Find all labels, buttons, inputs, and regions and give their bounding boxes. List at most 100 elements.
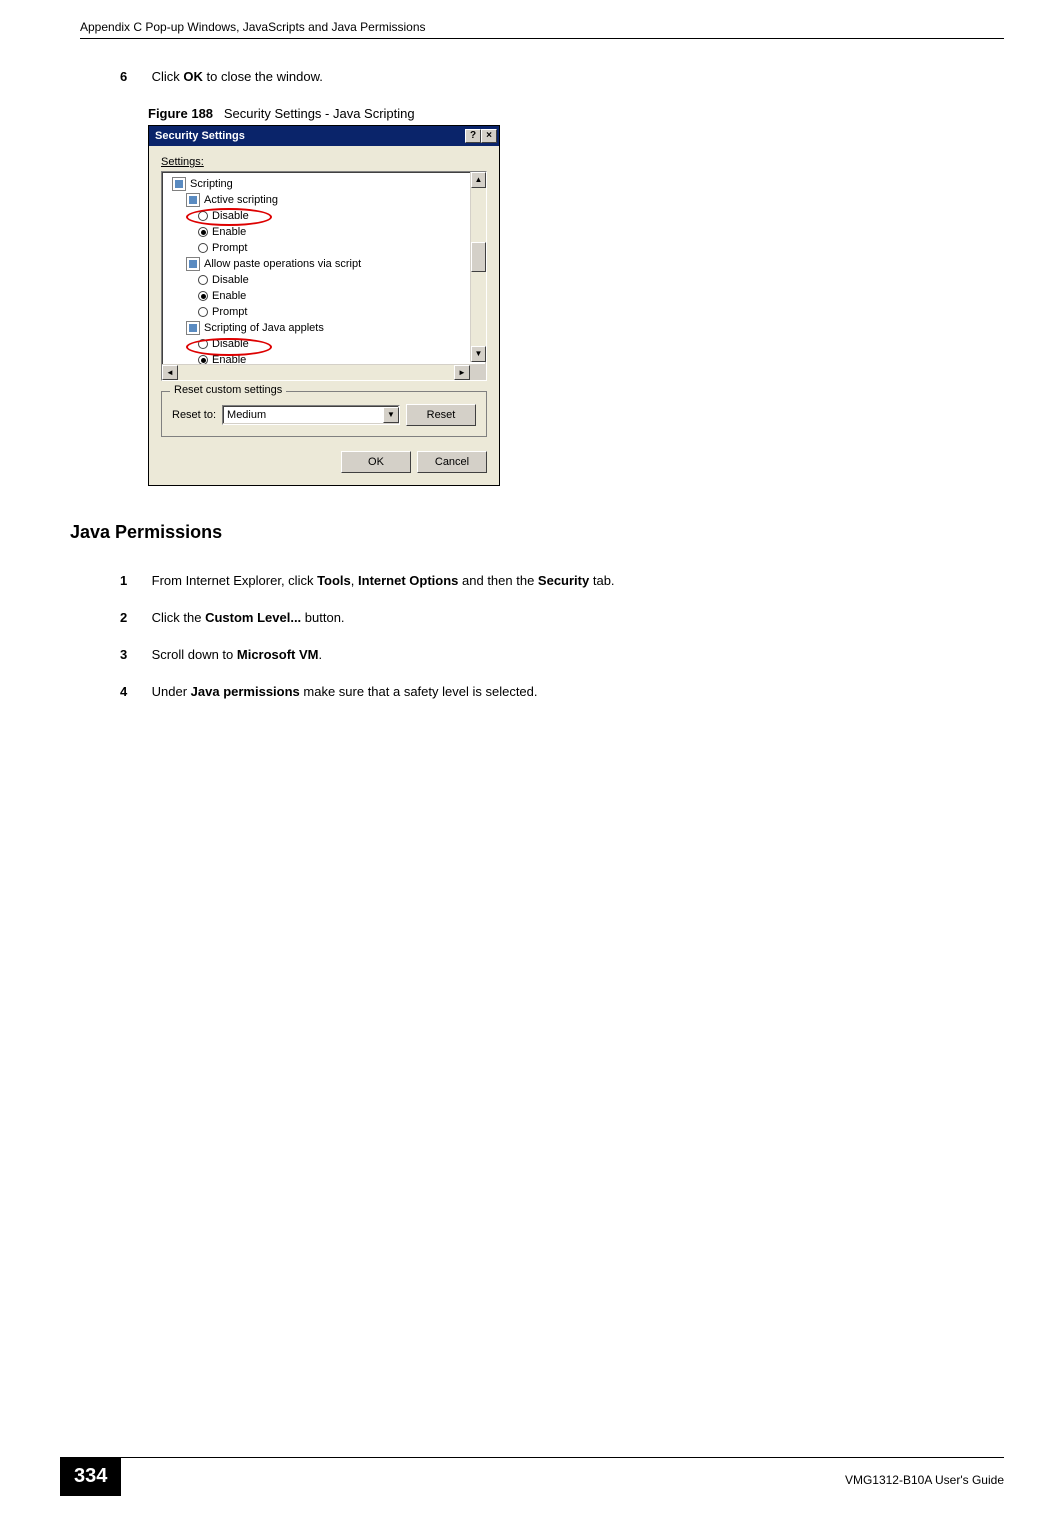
scroll-left-icon[interactable]: ◄	[162, 365, 178, 380]
cancel-button[interactable]: Cancel	[417, 451, 487, 473]
radio-label: Enable	[212, 290, 246, 302]
radio-icon	[198, 275, 208, 285]
step-number: 2	[120, 610, 148, 625]
figure-image: Security Settings ? × Settings: Scriptin…	[148, 125, 1004, 486]
tree-label: Scripting	[190, 178, 233, 190]
fieldset-legend: Reset custom settings	[170, 384, 286, 396]
step-6: 6 Click OK to close the window.	[120, 69, 1004, 84]
figure-caption-text: Security Settings - Java Scripting	[224, 106, 415, 121]
step-text-part: Click	[152, 69, 184, 84]
tree-node-active-scripting: Active scripting	[172, 192, 486, 208]
dialog-footer: OK Cancel	[161, 451, 487, 473]
reset-level-dropdown[interactable]: Medium ▼	[222, 405, 400, 425]
chevron-down-icon[interactable]: ▼	[383, 407, 399, 423]
settings-label: Settings:	[161, 156, 487, 168]
step-1: 1 From Internet Explorer, click Tools, I…	[120, 573, 1004, 588]
step-number: 1	[120, 573, 148, 588]
page-footer: 334 VMG1312-B10A User's Guide	[60, 1457, 1004, 1496]
tree-node-scripting-java: Scripting of Java applets	[172, 320, 486, 336]
dialog-title: Security Settings	[155, 130, 245, 142]
running-header: Appendix C Pop-up Windows, JavaScripts a…	[80, 20, 1004, 39]
radio-label: Enable	[212, 226, 246, 238]
step-number: 6	[120, 69, 148, 84]
document-icon	[186, 193, 200, 207]
document-icon	[172, 177, 186, 191]
step-text-bold: OK	[183, 69, 203, 84]
tree-node-scripting: Scripting	[172, 176, 486, 192]
radio-disable[interactable]: Disable	[172, 272, 486, 288]
radio-icon	[198, 339, 208, 349]
radio-label: Prompt	[212, 306, 247, 318]
step-text-part: Click the	[152, 610, 205, 625]
radio-icon	[198, 227, 208, 237]
step-text-part: .	[319, 647, 323, 662]
step-text-bold: Security	[538, 573, 589, 588]
radio-label: Prompt	[212, 242, 247, 254]
scroll-thumb[interactable]	[471, 242, 486, 272]
radio-enable[interactable]: Enable	[172, 224, 486, 240]
step-text-bold: Tools	[317, 573, 351, 588]
scroll-right-icon[interactable]: ►	[454, 365, 470, 380]
step-text-part: make sure that a safety level is selecte…	[300, 684, 538, 699]
page-number: 334	[60, 1457, 121, 1496]
step-text-part: Under	[152, 684, 191, 699]
step-number: 3	[120, 647, 148, 662]
step-2: 2 Click the Custom Level... button.	[120, 610, 1004, 625]
step-text-part: tab.	[589, 573, 614, 588]
document-icon	[186, 257, 200, 271]
footer-guide-name: VMG1312-B10A User's Guide	[121, 1467, 1004, 1487]
tree-label: Allow paste operations via script	[204, 258, 361, 270]
reset-fieldset: Reset custom settings Reset to: Medium ▼…	[161, 391, 487, 437]
radio-prompt[interactable]: Prompt	[172, 240, 486, 256]
radio-prompt[interactable]: Prompt	[172, 304, 486, 320]
tree-content: Scripting Active scripting Disable Enabl…	[162, 176, 486, 381]
horizontal-scrollbar[interactable]: ◄ ►	[162, 364, 470, 380]
dialog-body: Settings: Scripting Active scripting Dis…	[149, 146, 499, 485]
step-4: 4 Under Java permissions make sure that …	[120, 684, 1004, 699]
radio-label: Disable	[212, 210, 249, 222]
step-text-part: Scroll down to	[152, 647, 237, 662]
dropdown-value: Medium	[227, 409, 266, 421]
figure-label: Figure 188	[148, 106, 213, 121]
reset-to-label: Reset to:	[172, 409, 216, 421]
help-icon[interactable]: ?	[465, 129, 481, 143]
radio-label: Disable	[212, 338, 249, 350]
close-icon[interactable]: ×	[481, 129, 497, 143]
step-number: 4	[120, 684, 148, 699]
radio-label: Disable	[212, 274, 249, 286]
tree-node-allow-paste: Allow paste operations via script	[172, 256, 486, 272]
step-text-bold: Microsoft VM	[237, 647, 319, 662]
scroll-up-icon[interactable]: ▲	[471, 172, 486, 188]
settings-tree-box: Scripting Active scripting Disable Enabl…	[161, 171, 487, 381]
step-text-bold: Java permissions	[191, 684, 300, 699]
document-icon	[186, 321, 200, 335]
figure-caption: Figure 188 Security Settings - Java Scri…	[148, 106, 1004, 121]
step-text-part: to close the window.	[203, 69, 323, 84]
ok-button[interactable]: OK	[341, 451, 411, 473]
titlebar-buttons: ? ×	[465, 129, 497, 143]
step-text-bold: Internet Options	[358, 573, 458, 588]
radio-icon	[198, 243, 208, 253]
step-text-part: button.	[301, 610, 344, 625]
step-text-part: ,	[351, 573, 358, 588]
step-text-bold: Custom Level...	[205, 610, 301, 625]
reset-row: Reset to: Medium ▼ Reset	[172, 404, 476, 426]
radio-enable[interactable]: Enable	[172, 288, 486, 304]
scroll-down-icon[interactable]: ▼	[471, 346, 486, 362]
radio-icon	[198, 307, 208, 317]
section-heading-java-permissions: Java Permissions	[70, 522, 1004, 543]
dialog-titlebar: Security Settings ? ×	[149, 126, 499, 146]
radio-disable[interactable]: Disable	[172, 336, 486, 352]
step-text-part: and then the	[458, 573, 538, 588]
security-settings-dialog: Security Settings ? × Settings: Scriptin…	[148, 125, 500, 486]
radio-disable[interactable]: Disable	[172, 208, 486, 224]
scroll-corner	[470, 364, 486, 380]
reset-button[interactable]: Reset	[406, 404, 476, 426]
tree-label: Scripting of Java applets	[204, 322, 324, 334]
step-text-part: From Internet Explorer, click	[152, 573, 317, 588]
tree-label: Active scripting	[204, 194, 278, 206]
vertical-scrollbar[interactable]: ▲ ▼	[470, 172, 486, 362]
radio-icon	[198, 211, 208, 221]
step-3: 3 Scroll down to Microsoft VM.	[120, 647, 1004, 662]
radio-icon	[198, 291, 208, 301]
